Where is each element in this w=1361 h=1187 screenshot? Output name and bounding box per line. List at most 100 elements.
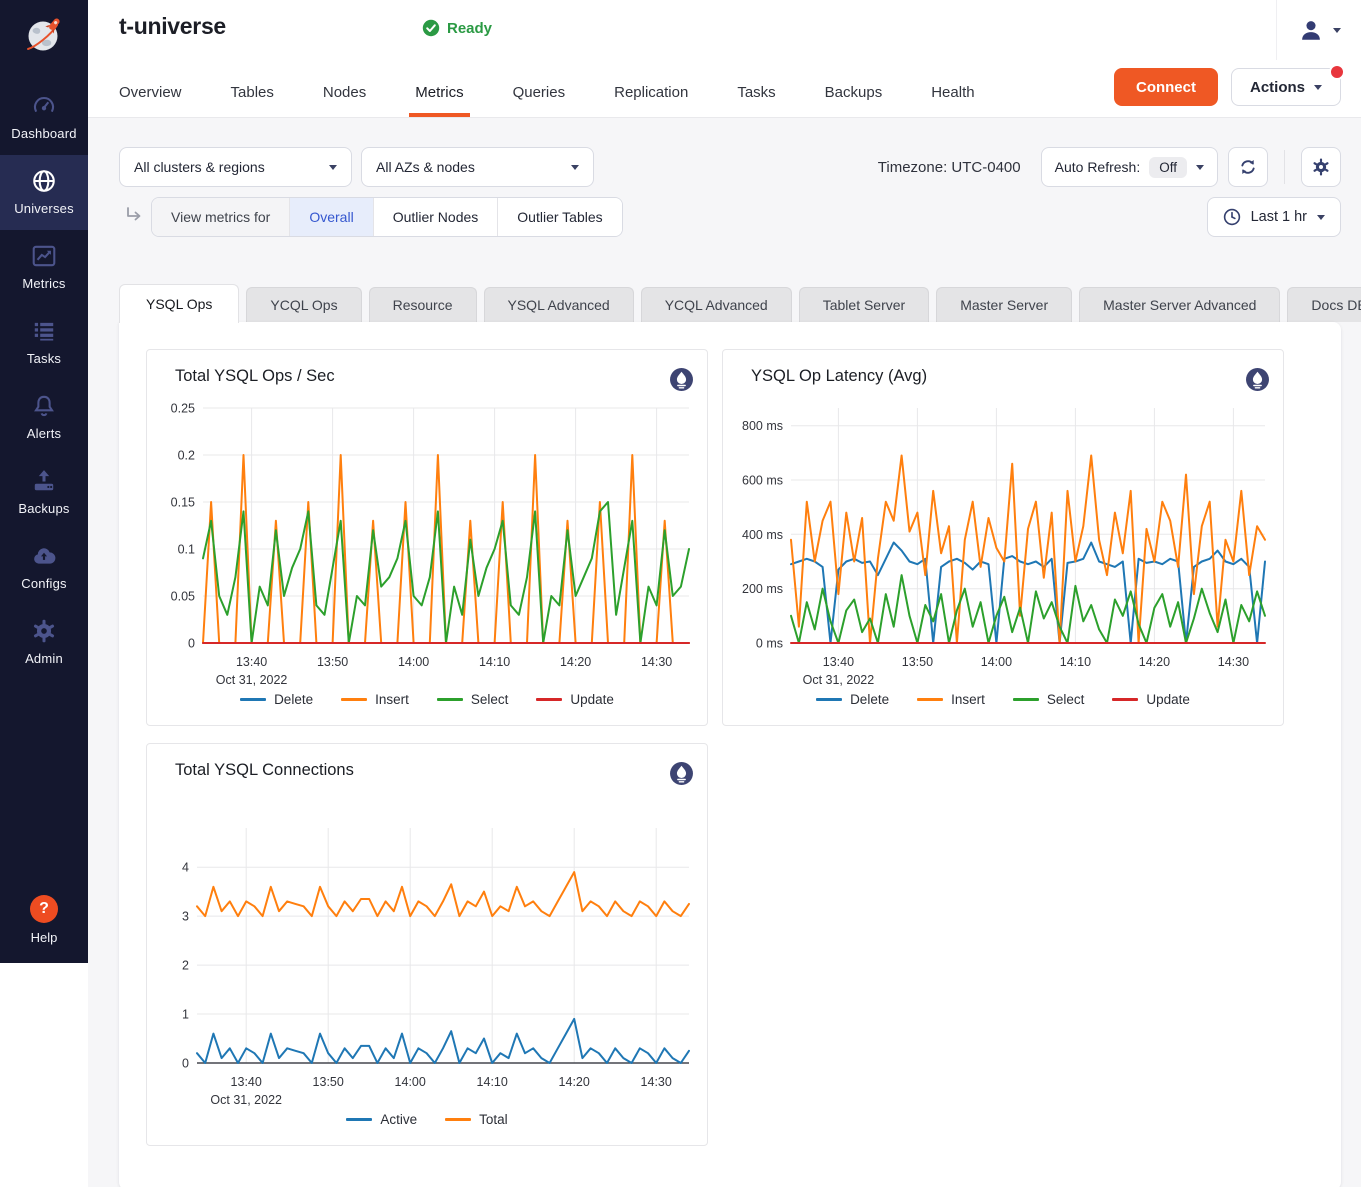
- refresh-button[interactable]: [1228, 147, 1268, 187]
- chart-legend[interactable]: Delete Insert Select Update: [147, 688, 707, 725]
- yugabyte-logo[interactable]: [0, 0, 88, 72]
- legend-label: Select: [471, 692, 509, 707]
- sidebar-item-help[interactable]: ? Help: [30, 895, 58, 945]
- svg-text:0.25: 0.25: [171, 402, 195, 416]
- sidebar-items: Dashboard Universes Metrics Tasks: [0, 80, 88, 680]
- chevron-down-icon: [329, 165, 337, 170]
- svg-text:4: 4: [182, 861, 189, 875]
- view-tab-outlier-tables[interactable]: Outlier Tables: [498, 198, 621, 236]
- list-icon: [0, 318, 88, 344]
- legend-item-update[interactable]: Update: [1112, 692, 1190, 707]
- metric-tab-tablet-server[interactable]: Tablet Server: [799, 287, 929, 322]
- sidebar-item-admin[interactable]: Admin: [0, 605, 88, 680]
- total-ysql-ops-chart[interactable]: 00.050.10.150.20.2513:40Oct 31, 202213:5…: [157, 398, 697, 688]
- user-menu[interactable]: [1276, 0, 1361, 60]
- connect-button[interactable]: Connect: [1114, 68, 1218, 106]
- azs-nodes-value: All AZs & nodes: [376, 159, 475, 175]
- legend-item-insert[interactable]: Insert: [917, 692, 985, 707]
- ysql-op-latency-chart[interactable]: 0 ms200 ms400 ms600 ms800 ms13:40Oct 31,…: [733, 398, 1273, 688]
- svg-text:13:40: 13:40: [236, 655, 267, 669]
- svg-text:0.2: 0.2: [178, 449, 195, 463]
- sidebar-item-universes[interactable]: Universes: [0, 155, 88, 230]
- legend-swatch: [1112, 698, 1138, 701]
- help-icon: ?: [30, 895, 58, 923]
- metrics-content: All clusters & regions All AZs & nodes T…: [88, 118, 1361, 1187]
- sidebar-item-dashboard[interactable]: Dashboard: [0, 80, 88, 155]
- legend-item-delete[interactable]: Delete: [816, 692, 889, 707]
- prometheus-icon[interactable]: [669, 761, 694, 786]
- header: t-universe Ready Overview Tables Nodes M…: [88, 0, 1361, 118]
- legend-item-select[interactable]: Select: [1013, 692, 1085, 707]
- svg-text:0: 0: [188, 637, 195, 651]
- settings-button[interactable]: [1301, 147, 1341, 187]
- user-avatar-icon: [1298, 17, 1324, 43]
- metric-tab-ycql-advanced[interactable]: YCQL Advanced: [641, 287, 792, 322]
- legend-label: Select: [1047, 692, 1085, 707]
- sidebar-item-label: Help: [30, 930, 58, 945]
- svg-text:0.05: 0.05: [171, 590, 195, 604]
- sidebar-item-tasks[interactable]: Tasks: [0, 305, 88, 380]
- auto-refresh-select[interactable]: Auto Refresh: Off: [1041, 147, 1218, 187]
- sidebar-item-backups[interactable]: Backups: [0, 455, 88, 530]
- metric-tab-master-server[interactable]: Master Server: [936, 287, 1072, 322]
- metric-tab-ysql-advanced[interactable]: YSQL Advanced: [484, 287, 634, 322]
- legend-swatch: [816, 698, 842, 701]
- chart-legend[interactable]: Delete Insert Select Update: [723, 688, 1283, 725]
- universe-nav-tabs: Overview Tables Nodes Metrics Queries Re…: [119, 84, 975, 117]
- sidebar-item-metrics[interactable]: Metrics: [0, 230, 88, 305]
- metric-tab-ycql-ops[interactable]: YCQL Ops: [246, 287, 361, 322]
- legend-item-delete[interactable]: Delete: [240, 692, 313, 707]
- legend-label: Insert: [375, 692, 409, 707]
- tab-tables[interactable]: Tables: [231, 84, 274, 117]
- actions-button[interactable]: Actions: [1231, 68, 1341, 106]
- legend-label: Delete: [850, 692, 889, 707]
- view-tab-outlier-nodes[interactable]: Outlier Nodes: [374, 198, 499, 236]
- svg-text:0.1: 0.1: [178, 543, 195, 557]
- svg-text:0: 0: [182, 1057, 189, 1071]
- chevron-down-icon: [1196, 165, 1204, 170]
- view-tab-overall[interactable]: Overall: [290, 198, 373, 236]
- chevron-down-icon: [571, 165, 579, 170]
- legend-item-insert[interactable]: Insert: [341, 692, 409, 707]
- metric-tab-master-server-advanced[interactable]: Master Server Advanced: [1079, 287, 1280, 322]
- rocket-globe-icon: [21, 13, 67, 59]
- sidebar-item-label: Alerts: [0, 426, 88, 441]
- tab-nodes[interactable]: Nodes: [323, 84, 366, 117]
- sidebar-item-label: Backups: [0, 501, 88, 516]
- prometheus-icon[interactable]: [1245, 367, 1270, 392]
- legend-item-update[interactable]: Update: [536, 692, 614, 707]
- svg-text:Oct 31, 2022: Oct 31, 2022: [803, 673, 875, 687]
- legend-swatch: [341, 698, 367, 701]
- metric-tab-ysql-ops[interactable]: YSQL Ops: [119, 284, 239, 323]
- bell-icon: [0, 393, 88, 419]
- time-range-select[interactable]: Last 1 hr: [1207, 197, 1341, 237]
- chart-legend[interactable]: Active Total: [147, 1108, 707, 1145]
- charts-row-2: Total YSQL Connections 0123413:40Oct 31,…: [146, 743, 1314, 1146]
- sidebar-item-label: Dashboard: [0, 126, 88, 141]
- header-actions: Connect Actions: [1114, 68, 1341, 106]
- filters-row: All clusters & regions All AZs & nodes T…: [119, 147, 1341, 187]
- tab-backups[interactable]: Backups: [825, 84, 883, 117]
- clusters-regions-select[interactable]: All clusters & regions: [119, 147, 352, 187]
- legend-item-active[interactable]: Active: [346, 1112, 417, 1127]
- tab-health[interactable]: Health: [931, 84, 974, 117]
- svg-text:600 ms: 600 ms: [742, 474, 783, 488]
- legend-item-total[interactable]: Total: [445, 1112, 508, 1127]
- clock-icon: [1223, 208, 1241, 226]
- total-ysql-connections-chart[interactable]: 0123413:40Oct 31, 202213:5014:0014:1014:…: [157, 818, 697, 1108]
- sidebar-item-alerts[interactable]: Alerts: [0, 380, 88, 455]
- tab-queries[interactable]: Queries: [513, 84, 566, 117]
- divider: [1284, 150, 1285, 184]
- azs-nodes-select[interactable]: All AZs & nodes: [361, 147, 594, 187]
- sidebar-item-configs[interactable]: Configs: [0, 530, 88, 605]
- metric-tab-docs-db[interactable]: Docs DB: [1287, 287, 1361, 322]
- legend-item-select[interactable]: Select: [437, 692, 509, 707]
- tab-tasks[interactable]: Tasks: [737, 84, 775, 117]
- prometheus-icon[interactable]: [669, 367, 694, 392]
- tab-replication[interactable]: Replication: [614, 84, 688, 117]
- tab-metrics[interactable]: Metrics: [415, 84, 463, 117]
- metric-tab-resource[interactable]: Resource: [369, 287, 477, 322]
- metric-group-tabs: YSQL Ops YCQL Ops Resource YSQL Advanced…: [119, 284, 1341, 322]
- upload-drive-icon: [0, 468, 88, 494]
- tab-overview[interactable]: Overview: [119, 84, 182, 117]
